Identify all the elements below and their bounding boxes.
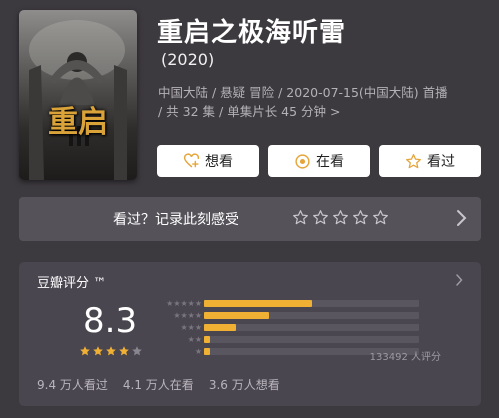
mini-star-icon: ★ (187, 311, 195, 320)
mini-star-icon: ★ (166, 299, 174, 308)
histogram-bar (204, 336, 211, 343)
mini-star-icon: ★ (187, 299, 195, 308)
histogram-row-3-star: ★ ★ ★ (154, 323, 419, 332)
poster-image[interactable]: 重启 (19, 10, 137, 180)
mini-star-icon: ★ (180, 299, 188, 308)
mini-star-icon: ★ (180, 323, 188, 332)
record-icon (295, 153, 310, 169)
star-filled-icon (93, 346, 103, 356)
watching-label: 在看 (316, 154, 344, 170)
mini-star-icon: ★ (194, 299, 202, 308)
histogram-track (204, 336, 419, 343)
mini-star-icon: ★ (187, 335, 195, 344)
watch-stats: 9.4 万人看过 4.1 万人在看 3.6 万人想看 (37, 376, 280, 393)
mini-star-icon: ★ (173, 299, 181, 308)
chevron-right-icon (457, 210, 467, 226)
mini-star-icon: ★ (194, 323, 202, 332)
star-filled-icon (80, 346, 90, 356)
record-feeling-bar[interactable]: 看过？记录此刻感受 (19, 197, 481, 241)
score-stars (79, 345, 143, 357)
chevron-right-icon (456, 274, 463, 286)
poster-logo: 重启 (19, 106, 137, 139)
star-filled-icon (106, 346, 116, 356)
rating-card-title: 豆瓣评分 ™ (37, 276, 107, 291)
mini-star-icon: ★ (187, 323, 195, 332)
want-to-watch-label: 想看 (205, 154, 233, 170)
star-outline-icon[interactable] (292, 209, 309, 226)
mini-star-icon: ★ (194, 335, 202, 344)
feeling-star-rating[interactable] (292, 209, 389, 226)
histogram-bar (204, 312, 269, 319)
want-count: 3.6 万人想看 (208, 378, 280, 392)
histogram-bar (204, 300, 312, 307)
watched-label: 看过 (427, 154, 455, 170)
mini-star-icon: ★ (173, 311, 181, 320)
histogram-bar (204, 348, 210, 355)
heart-plus-icon (183, 152, 200, 167)
watched-count: 9.4 万人看过 (37, 378, 108, 392)
star-outline-icon[interactable] (352, 209, 369, 226)
star-outline-icon[interactable] (332, 209, 349, 226)
rater-count: 133492 人评分 (369, 352, 441, 363)
watching-button[interactable]: 在看 (268, 145, 370, 177)
poster-artwork (29, 20, 127, 180)
star-outline-icon (406, 153, 421, 168)
rating-score: 8.3 (83, 301, 138, 341)
histogram-row-4-star: ★ ★ ★ ★ (154, 311, 419, 320)
histogram-star-label: ★ ★ (188, 335, 202, 344)
want-to-watch-button[interactable]: 想看 (157, 145, 259, 177)
histogram-track (204, 324, 419, 331)
douban-rating-card[interactable]: 豆瓣评分 ™ 8.3 ★ ★ ★ ★ ★ ★ ★ ★ ★ ★ ★ ★ ★ ★ ★ 133492 人评分 9.… (19, 262, 481, 406)
poster-logo-text: 重启 (48, 105, 108, 140)
histogram-star-label: ★ ★ ★ (180, 323, 202, 332)
histogram-row-5-star: ★ ★ ★ ★ ★ (154, 299, 419, 308)
mini-star-icon: ★ (180, 311, 188, 320)
star-outline-icon[interactable] (312, 209, 329, 226)
histogram-bar (204, 324, 237, 331)
histogram-star-label: ★ ★ ★ ★ ★ (166, 299, 202, 308)
star-outline-icon[interactable] (372, 209, 389, 226)
histogram-row-2-star: ★ ★ (154, 335, 419, 344)
star-empty-icon (132, 346, 142, 356)
histogram-star-label: ★ ★ ★ ★ (173, 311, 202, 320)
page-title: 重启之极海听雷 (157, 18, 347, 48)
meta-line-1: 中国大陆 / 悬疑 冒险 / 2020-07-15(中国大陆) 首播 (158, 85, 448, 100)
histogram-star-label: ★ (195, 347, 202, 356)
meta-line-2: / 共 32 集 / 单集片长 45 分钟 > (158, 104, 341, 119)
watching-count: 4.1 万人在看 (122, 378, 194, 392)
star-filled-icon (119, 346, 129, 356)
mini-star-icon: ★ (194, 347, 202, 356)
watched-button[interactable]: 看过 (379, 145, 481, 177)
mini-star-icon: ★ (194, 311, 202, 320)
histogram-track (204, 300, 419, 307)
record-feeling-prompt: 看过？记录此刻感受 (113, 212, 239, 228)
meta-info[interactable]: 中国大陆 / 悬疑 冒险 / 2020-07-15(中国大陆) 首播 / 共 3… (158, 83, 478, 121)
release-year: (2020) (161, 50, 215, 69)
histogram-track (204, 312, 419, 319)
